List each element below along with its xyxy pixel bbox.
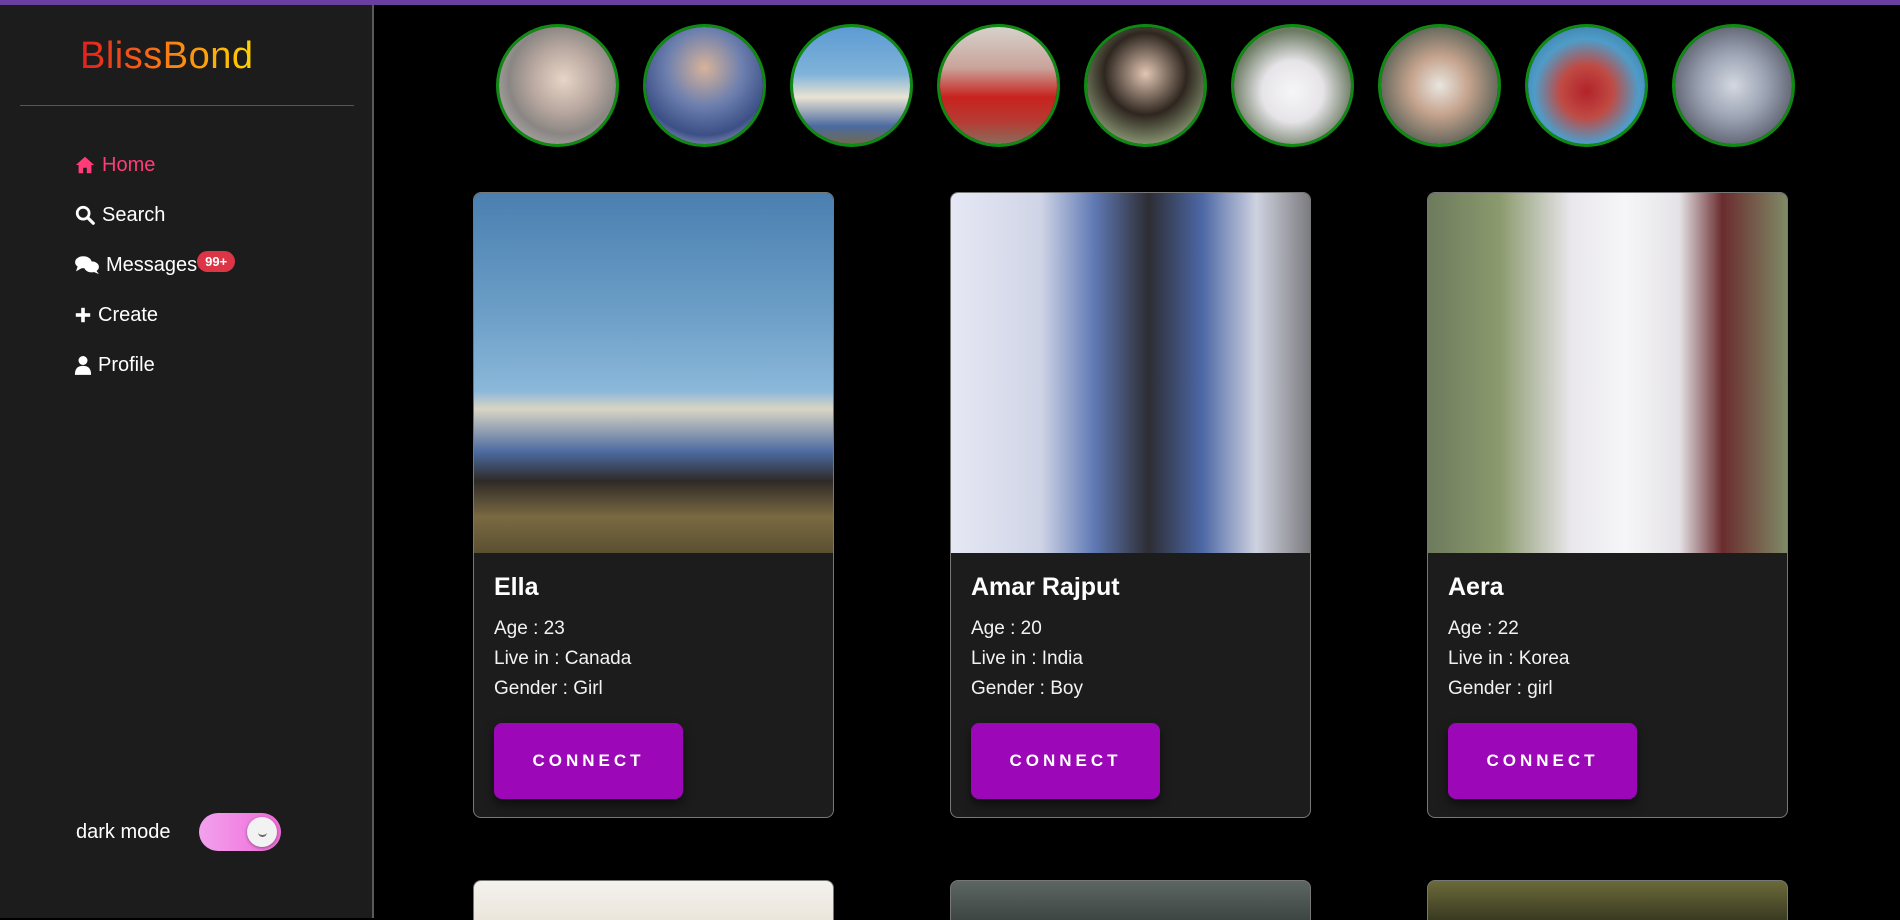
sidebar-item-label: Search [102,203,166,226]
profile-name: Amar Rajput [971,573,1120,601]
profile-age: Age : 22 [1448,618,1519,639]
profile-location: Live in : India [971,648,1083,669]
story-avatar[interactable] [1231,24,1354,147]
connect-button[interactable]: CONNECT [971,723,1160,799]
profile-age: Age : 23 [494,618,565,639]
profile-name: Ella [494,573,539,601]
story-avatar[interactable] [1084,24,1207,147]
sidebar-item-create[interactable]: Create [74,290,235,340]
dark-mode-label: dark mode [76,820,171,843]
sidebar-item-label: Profile [98,353,155,376]
story-avatar[interactable] [496,24,619,147]
sidebar-item-label: Create [98,303,159,326]
profile-location: Live in : Canada [494,648,632,669]
sidebar-item-profile[interactable]: Profile [74,340,235,390]
profile-gender: Gender : Boy [971,678,1083,699]
sidebar-nav: Home Search Messages 99+ Create Profile [74,140,236,390]
profile-gender: Gender : Girl [494,678,603,699]
sidebar-item-label: Messages [106,253,198,276]
profile-photo [951,193,1310,553]
plus-icon [74,304,92,326]
profile-card-partial [1427,880,1788,920]
connect-button[interactable]: CONNECT [494,723,683,799]
dark-mode-toggle[interactable] [198,813,281,851]
profile-card-partial [950,880,1311,920]
profile-location: Live in : Korea [1448,648,1570,669]
story-avatar[interactable] [643,24,766,147]
profile-photo [474,193,833,553]
connect-button[interactable]: CONNECT [1448,723,1637,799]
profile-gender: Gender : girl [1448,678,1553,699]
chat-icon [74,254,100,276]
story-avatar[interactable] [1525,24,1648,147]
sidebar-item-home[interactable]: Home [74,140,235,190]
profile-card: Ella Age : 23 Live in : Canada Gender : … [473,192,834,818]
stories-row [496,24,1795,147]
home-icon [74,154,96,176]
sidebar-item-messages[interactable]: Messages 99+ [74,240,236,290]
profile-card: Amar Rajput Age : 20 Live in : India Gen… [950,192,1311,818]
profile-card-partial [473,880,834,920]
profile-age: Age : 20 [971,618,1042,639]
app-logo[interactable]: BlissBond [80,35,253,78]
story-avatar[interactable] [1672,24,1795,147]
profile-card: Aera Age : 22 Live in : Korea Gender : g… [1427,192,1788,818]
sidebar-item-search[interactable]: Search [74,190,235,240]
messages-count-badge: 99+ [197,250,236,272]
profile-name: Aera [1448,573,1504,601]
user-icon [74,354,92,376]
sidebar-item-label: Home [102,153,156,176]
profile-photo [1428,193,1787,553]
story-avatar[interactable] [1378,24,1501,147]
toggle-knob [246,817,277,847]
sidebar-divider [20,105,354,106]
story-avatar[interactable] [790,24,913,147]
story-avatar[interactable] [937,24,1060,147]
search-icon [74,204,96,226]
sidebar: BlissBond Home Search Messages 99+ Creat… [0,5,374,918]
dark-mode-row: dark mode [76,813,281,851]
